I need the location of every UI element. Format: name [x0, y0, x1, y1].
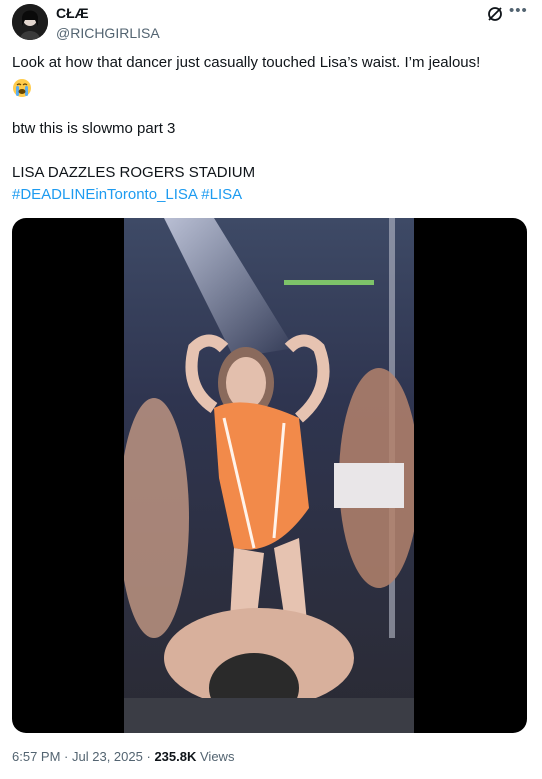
tweet-text-line2: btw this is slowmo part 3 [12, 120, 176, 137]
views-count: 235.8K [154, 749, 197, 764]
separator: · [64, 749, 69, 764]
views-label: Views [200, 749, 235, 764]
concert-video-still [124, 218, 414, 733]
tweet-time[interactable]: 6:57 PM [12, 749, 60, 764]
grok-icon[interactable] [486, 5, 504, 23]
user-handle[interactable]: @RICHGIRLISA [56, 25, 160, 41]
avatar-image [12, 4, 48, 40]
hashtag-deadline-toronto-lisa[interactable]: #DEADLINEinToronto_LISA [12, 186, 197, 203]
tweet-date[interactable]: Jul 23, 2025 [72, 749, 143, 764]
display-name[interactable]: CŁÆ [56, 5, 89, 21]
video-frame [124, 218, 414, 733]
video-player[interactable] [12, 218, 527, 733]
tweet-text-line3: LISA DAZZLES ROGERS STADIUM [12, 164, 256, 181]
loudly-crying-face-icon [13, 79, 31, 97]
hashtag-lisa[interactable]: #LISA [201, 186, 242, 203]
tweet-meta: 6:57 PM · Jul 23, 2025 · 235.8K Views [12, 749, 234, 764]
separator: · [146, 749, 151, 764]
avatar[interactable] [12, 4, 48, 40]
more-options-icon[interactable]: ••• [509, 3, 529, 21]
tweet-text-line1: Look at how that dancer just casually to… [12, 54, 481, 71]
hashtags: #DEADLINEinToronto_LISA #LISA [12, 184, 242, 206]
